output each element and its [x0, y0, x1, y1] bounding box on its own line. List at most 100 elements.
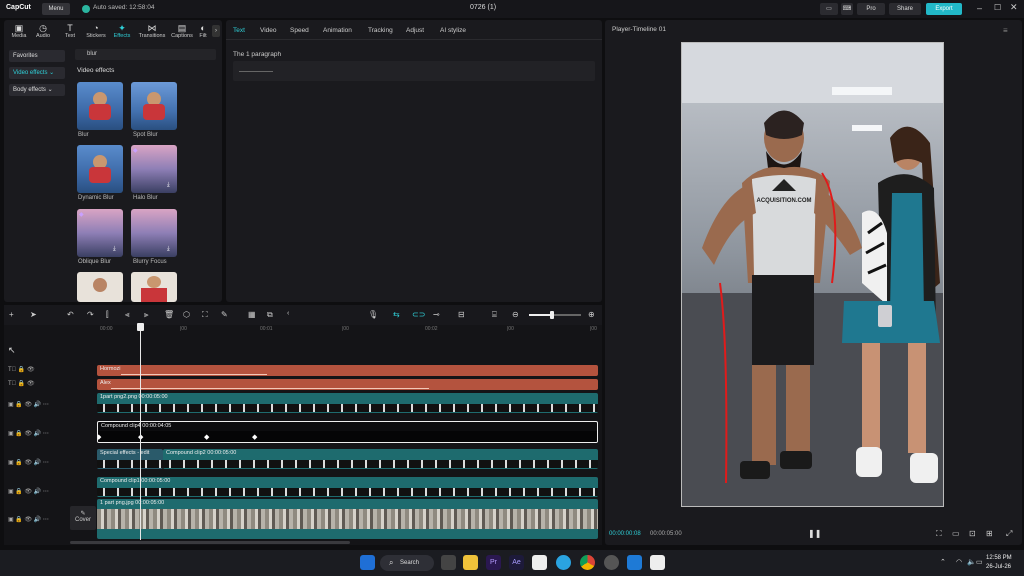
volume-icon[interactable]: 🔈 [967, 558, 976, 566]
telegram-icon[interactable] [556, 555, 571, 570]
select-tool-icon[interactable]: ➤ [30, 310, 37, 319]
effect-clip-special-effects[interactable]: Special effects - edit [97, 449, 163, 469]
tab-captions[interactable]: ▤ Captions [169, 23, 195, 39]
delete-icon[interactable]: 🗑 [164, 310, 174, 319]
expand-icon[interactable]: ⤢ [1006, 529, 1012, 539]
split-left-icon[interactable]: ⫷ [125, 310, 130, 320]
zoom-out-icon[interactable]: ⊖ [512, 310, 519, 319]
tab-tracking[interactable]: Tracking [368, 27, 393, 34]
link-icon[interactable]: ⇆ [393, 310, 400, 319]
chrome-icon[interactable] [580, 555, 595, 570]
main-clip-1part-jpg[interactable]: 1 part png.jpg 00:00:05:00 [97, 499, 598, 539]
mask-icon[interactable]: ⬡ [183, 310, 190, 319]
effect-thumb-dynamic-blur[interactable] [77, 145, 123, 193]
maximize-icon[interactable]: ☐ [994, 3, 1001, 12]
crop-icon[interactable]: ⊞ [986, 529, 993, 538]
magnet-icon[interactable]: ⊂⊃ [412, 310, 425, 319]
cover-button[interactable]: ✎ Cover [70, 506, 96, 530]
player-menu-icon[interactable]: ≡ [1003, 26, 1008, 35]
battery-icon[interactable]: ▭ [976, 558, 983, 566]
add-track-icon[interactable]: + [9, 310, 14, 319]
undo-icon[interactable]: ↶ [67, 310, 74, 319]
tab-video[interactable]: Video [260, 27, 277, 34]
tab-filters[interactable]: ◐ Filt [194, 23, 212, 39]
collapse-icon[interactable]: ‹ [287, 310, 289, 317]
magic-icon[interactable]: ✎ [221, 310, 228, 319]
text-clip-alex[interactable]: Alex [97, 379, 598, 390]
task-view-icon[interactable] [441, 555, 456, 570]
split-icon[interactable]: ⫿ [106, 310, 109, 320]
playhead-handle[interactable] [137, 323, 144, 331]
browser-icon[interactable] [604, 555, 619, 570]
windows-start-icon[interactable] [360, 555, 375, 570]
timeline-scrollbar[interactable] [70, 541, 350, 544]
playhead[interactable] [140, 325, 141, 540]
layout-icon[interactable]: ▭ [820, 3, 838, 15]
ratio-icon[interactable]: ▭ [952, 529, 960, 538]
tab-audio[interactable]: ◷ Audio [30, 23, 56, 39]
freeze-icon[interactable]: ▦ [248, 310, 256, 319]
play-pause-icon[interactable]: ❚❚ [808, 529, 821, 538]
zoom-slider-handle[interactable] [550, 311, 554, 319]
redo-icon[interactable]: ↷ [87, 310, 94, 319]
sidebar-item-body-effects[interactable]: Body effects ⌄ [9, 84, 65, 96]
file-explorer-icon[interactable] [463, 555, 478, 570]
premiere-icon[interactable]: Pr [486, 555, 501, 570]
effect-thumb-person[interactable] [131, 272, 177, 302]
effect-thumb-spot-blur[interactable] [131, 82, 177, 130]
vscode-icon[interactable] [627, 555, 642, 570]
tab-ai-stylize[interactable]: AI stylize [440, 27, 466, 34]
paragraph-input[interactable] [233, 61, 595, 81]
tab-stickers[interactable]: ◔ Stickers [83, 23, 109, 39]
search-input[interactable]: blur [75, 49, 216, 60]
tab-transitions[interactable]: ⋈ Transitions [137, 23, 167, 39]
clock-date[interactable]: 26-Jul-26 [986, 564, 1011, 570]
tray-chevron-icon[interactable]: ⌃ [940, 558, 946, 566]
tab-text-inspector[interactable]: Text [233, 27, 245, 34]
text-clip-hormozi[interactable]: Hormozi [97, 365, 598, 376]
sidebar-item-favorites[interactable]: Favorites [9, 50, 65, 62]
tab-text[interactable]: T Text [57, 23, 83, 39]
snap-icon[interactable]: ⊸ [433, 310, 440, 319]
video-clip-1part-png2[interactable]: 1part png2.png 00:00:05:00 [97, 393, 598, 413]
wifi-icon[interactable]: ◠ [956, 558, 962, 566]
keyframe-icon[interactable]: ◆ [98, 433, 101, 441]
effect-thumb-blurry-focus[interactable]: ⤓ [131, 209, 177, 257]
project-title[interactable]: 0726 (1) [470, 4, 496, 11]
tab-effects[interactable]: ✦ Effects [109, 23, 135, 39]
keyframe-icon[interactable]: ◆ [252, 433, 257, 441]
after-effects-icon[interactable]: Ae [509, 555, 524, 570]
effect-thumb-portrait[interactable] [77, 272, 123, 302]
minimize-icon[interactable]: – [977, 3, 982, 13]
mirror-icon[interactable]: ⧉ [267, 310, 273, 320]
zoom-in-icon[interactable]: ⊕ [588, 310, 595, 319]
close-icon[interactable]: ✕ [1010, 2, 1018, 13]
tabs-scroll-right-icon[interactable]: › [212, 25, 220, 37]
preview-axis-icon[interactable]: ⊟ [458, 310, 465, 319]
compound-clip-2[interactable]: Compound clip2 00:00:05:00 [163, 449, 598, 469]
tab-adjust[interactable]: Adjust [406, 27, 424, 34]
zoom-fit-icon[interactable]: ⊡ [969, 529, 976, 538]
compound-clip-4[interactable]: Compound clip4 00:00:04:05 ◆ ◆ ◆ ◆ [97, 421, 598, 443]
caption-tool-icon[interactable]: ⌸ [492, 310, 497, 320]
shortcuts-icon[interactable]: ⌨ [841, 3, 853, 15]
tab-animation[interactable]: Animation [323, 27, 352, 34]
keyframe-icon[interactable]: ◆ [204, 433, 209, 441]
sidebar-item-video-effects[interactable]: Video effects ⌄ [9, 67, 65, 79]
clock-time[interactable]: 12:58 PM [986, 555, 1012, 561]
export-button[interactable]: Export [926, 3, 962, 15]
microphone-icon[interactable]: 🎙 [368, 310, 378, 319]
fullscreen-icon[interactable]: ⛶ [936, 529, 942, 539]
compound-clip-1[interactable]: Compound clip1 00:00:05:00 [97, 477, 598, 497]
video-preview[interactable]: ACQUISITION.COM [681, 42, 944, 507]
capcut-icon[interactable] [532, 555, 547, 570]
effect-thumb-oblique-blur[interactable]: ◆ ⤓ [77, 209, 123, 257]
pro-button[interactable]: Pro [857, 3, 885, 15]
crop-tool-icon[interactable]: ⛶ [202, 310, 208, 320]
menu-button[interactable]: Menu [42, 3, 70, 15]
split-right-icon[interactable]: ⫸ [144, 310, 149, 320]
share-button[interactable]: Share [889, 3, 921, 15]
tab-media[interactable]: ▣ Media [6, 23, 32, 39]
effect-thumb-blur[interactable] [77, 82, 123, 130]
capcut-active-icon[interactable] [650, 555, 665, 570]
